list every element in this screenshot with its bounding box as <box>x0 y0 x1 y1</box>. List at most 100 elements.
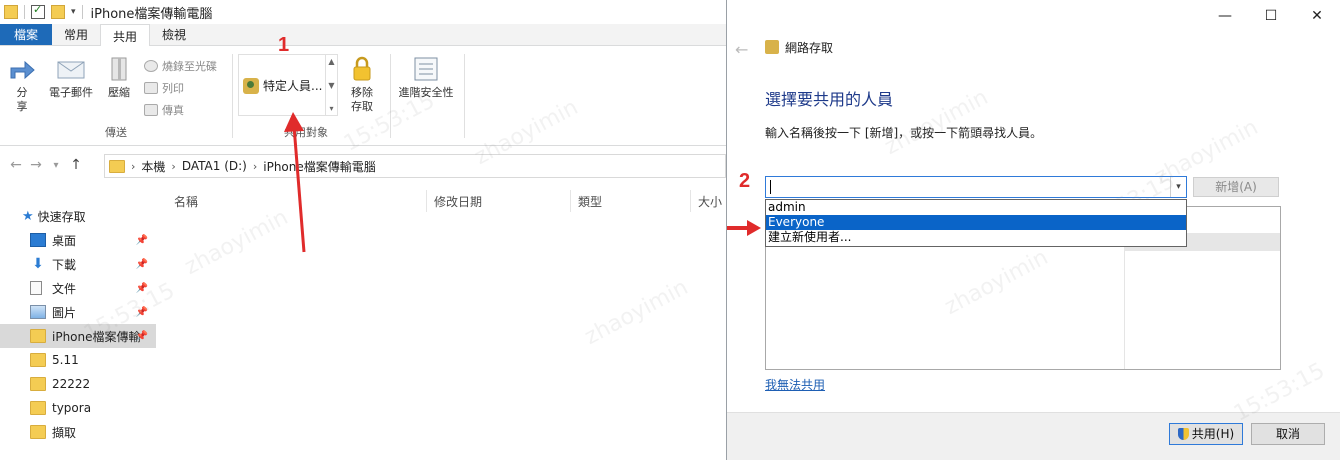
fax-button[interactable]: 傳真 <box>144 102 184 118</box>
column-type[interactable]: 類型 <box>578 193 602 210</box>
sidebar-item-pictures[interactable]: 圖片 📌 <box>0 300 156 324</box>
sidebar-item-5-11[interactable]: 5.11 <box>0 348 156 372</box>
desktop-icon <box>30 233 46 247</box>
send-group-label: 傳送 <box>105 126 127 139</box>
pin-icon[interactable]: 📌 <box>136 331 148 342</box>
share-button[interactable]: 分 享 <box>8 56 36 114</box>
column-size[interactable]: 大小 <box>698 193 722 210</box>
dropdown-option-everyone[interactable]: Everyone <box>766 215 1186 230</box>
remove-access-button[interactable]: 移除 存取 <box>340 56 384 114</box>
divider <box>24 5 25 19</box>
pin-icon[interactable]: 📌 <box>136 259 148 270</box>
breadcrumb-this-pc[interactable]: 本機 <box>141 158 165 175</box>
recent-locations-icon[interactable]: ▾ <box>46 160 66 171</box>
fax-label: 傳真 <box>162 104 184 117</box>
sidebar-item-label: 快速存取 <box>37 209 86 224</box>
dropdown-option-create-user[interactable]: 建立新使用者... <box>766 230 1186 245</box>
divider <box>390 54 391 138</box>
close-icon[interactable]: ✕ <box>1307 6 1327 26</box>
tab-home[interactable]: 常用 <box>52 24 100 45</box>
document-icon <box>30 281 42 295</box>
specific-people-label: 特定人員... <box>263 79 323 93</box>
minimize-icon[interactable]: — <box>1215 6 1235 26</box>
sidebar-item-label: 22222 <box>52 377 91 391</box>
zip-button[interactable]: 壓縮 <box>104 56 134 100</box>
text-cursor <box>770 180 771 194</box>
security-settings-icon <box>411 56 441 82</box>
remove-access-label: 移除 存取 <box>351 86 373 113</box>
expand-gallery-icon[interactable]: ▾ <box>329 104 333 113</box>
sidebar-item-capture[interactable]: 擷取 <box>0 420 156 444</box>
step-2-arrow-icon <box>727 220 761 236</box>
file-explorer-window: ▾ iPhone檔案傳輸電腦 檔案 常用 共用 檢視 分 享 電子郵件 <box>0 0 726 460</box>
back-arrow-icon[interactable]: ← <box>6 157 26 173</box>
breadcrumb-separator-icon[interactable]: › <box>131 160 135 173</box>
share-button[interactable]: 共用(H) <box>1169 423 1243 445</box>
folder-icon <box>109 159 125 173</box>
breadcrumb-separator-icon[interactable]: › <box>253 160 257 173</box>
divider <box>464 54 465 138</box>
sidebar-item-typora[interactable]: typora <box>0 396 156 420</box>
up-arrow-icon[interactable]: ↑ <box>66 157 86 173</box>
dialog-footer: 共用(H) 取消 <box>727 412 1340 460</box>
dropdown-option-admin[interactable]: admin <box>766 200 1186 215</box>
email-button[interactable]: 電子郵件 <box>42 56 100 100</box>
new-folder-icon[interactable] <box>51 5 65 19</box>
sidebar-item-22222[interactable]: 22222 <box>0 372 156 396</box>
pin-icon[interactable]: 📌 <box>136 307 148 318</box>
advanced-security-button[interactable]: 進階安全性 <box>394 56 458 100</box>
sidebar-item-quick-access[interactable]: ★ 快速存取 <box>0 204 156 228</box>
cancel-button[interactable]: 取消 <box>1251 423 1325 445</box>
customize-toolbar-icon[interactable]: ▾ <box>71 7 76 17</box>
download-icon: ⬇ <box>32 256 44 272</box>
sidebar-item-label: 文件 <box>52 281 77 296</box>
share-button-label: 分 享 <box>16 86 28 113</box>
gallery-scrollbar[interactable]: ▲ ▼ ▾ <box>325 55 337 115</box>
sidebar-item-desktop[interactable]: 桌面 📌 <box>0 228 156 252</box>
divider <box>81 5 83 19</box>
dialog-heading: 選擇要共用的人員 <box>765 90 894 109</box>
scroll-up-icon[interactable]: ▲ <box>328 57 334 66</box>
address-bar[interactable]: › 本機 › DATA1 (D:) › iPhone檔案傳輸電腦 <box>104 154 726 178</box>
sidebar-item-iphone-transfer[interactable]: iPhone檔案傳輸 📌 <box>0 324 156 348</box>
burn-disc-label: 燒錄至光碟 <box>162 60 217 73</box>
burn-disc-button[interactable]: 燒錄至光碟 <box>144 58 217 74</box>
sidebar-item-documents[interactable]: 文件 📌 <box>0 276 156 300</box>
tab-file[interactable]: 檔案 <box>0 24 53 45</box>
specific-people-button[interactable]: 特定人員... <box>243 77 322 94</box>
print-button[interactable]: 列印 <box>144 80 184 96</box>
picture-icon <box>30 305 46 319</box>
user-name-combobox[interactable]: ▾ <box>765 176 1187 198</box>
breadcrumb-drive[interactable]: DATA1 (D:) <box>182 159 247 173</box>
cannot-share-link[interactable]: 我無法共用 <box>765 376 825 393</box>
add-button[interactable]: 新增(A) <box>1193 177 1279 197</box>
share-button-label: 共用(H) <box>1191 427 1235 441</box>
dialog-nav-bar: ← 網路存取 <box>727 34 1340 68</box>
scroll-down-icon[interactable]: ▼ <box>328 81 334 90</box>
pin-icon[interactable]: 📌 <box>136 283 148 294</box>
star-icon: ★ <box>22 208 34 224</box>
back-arrow-icon[interactable]: ← <box>735 40 748 59</box>
breadcrumb-separator-icon[interactable]: › <box>171 160 175 173</box>
tab-view[interactable]: 檢視 <box>150 24 198 45</box>
sidebar-item-downloads[interactable]: ⬇ 下載 📌 <box>0 252 156 276</box>
pin-icon[interactable]: 📌 <box>136 235 148 246</box>
tab-share[interactable]: 共用 <box>100 24 151 47</box>
divider[interactable] <box>570 190 571 212</box>
navigation-bar: ← → ▾ ↑ › 本機 › DATA1 (D:) › iPhone檔案傳輸電腦 <box>0 150 726 180</box>
column-name[interactable]: 名稱 <box>174 193 198 210</box>
divider[interactable] <box>426 190 427 212</box>
properties-icon[interactable] <box>31 3 45 19</box>
step-1-arrow-icon <box>284 112 306 253</box>
explorer-title-bar: ▾ iPhone檔案傳輸電腦 <box>0 0 726 24</box>
forward-arrow-icon[interactable]: → <box>26 157 46 173</box>
user-dropdown-list: admin Everyone 建立新使用者... <box>765 199 1187 247</box>
email-icon <box>56 56 86 82</box>
sidebar-item-label: 擷取 <box>52 425 77 440</box>
column-date-modified[interactable]: 修改日期 <box>434 193 482 210</box>
chevron-down-icon[interactable]: ▾ <box>1170 177 1186 197</box>
divider[interactable] <box>690 190 691 212</box>
sidebar-item-label: iPhone檔案傳輸 <box>52 329 141 344</box>
maximize-icon[interactable]: ☐ <box>1261 6 1281 26</box>
sidebar-item-label: 圖片 <box>52 305 77 320</box>
